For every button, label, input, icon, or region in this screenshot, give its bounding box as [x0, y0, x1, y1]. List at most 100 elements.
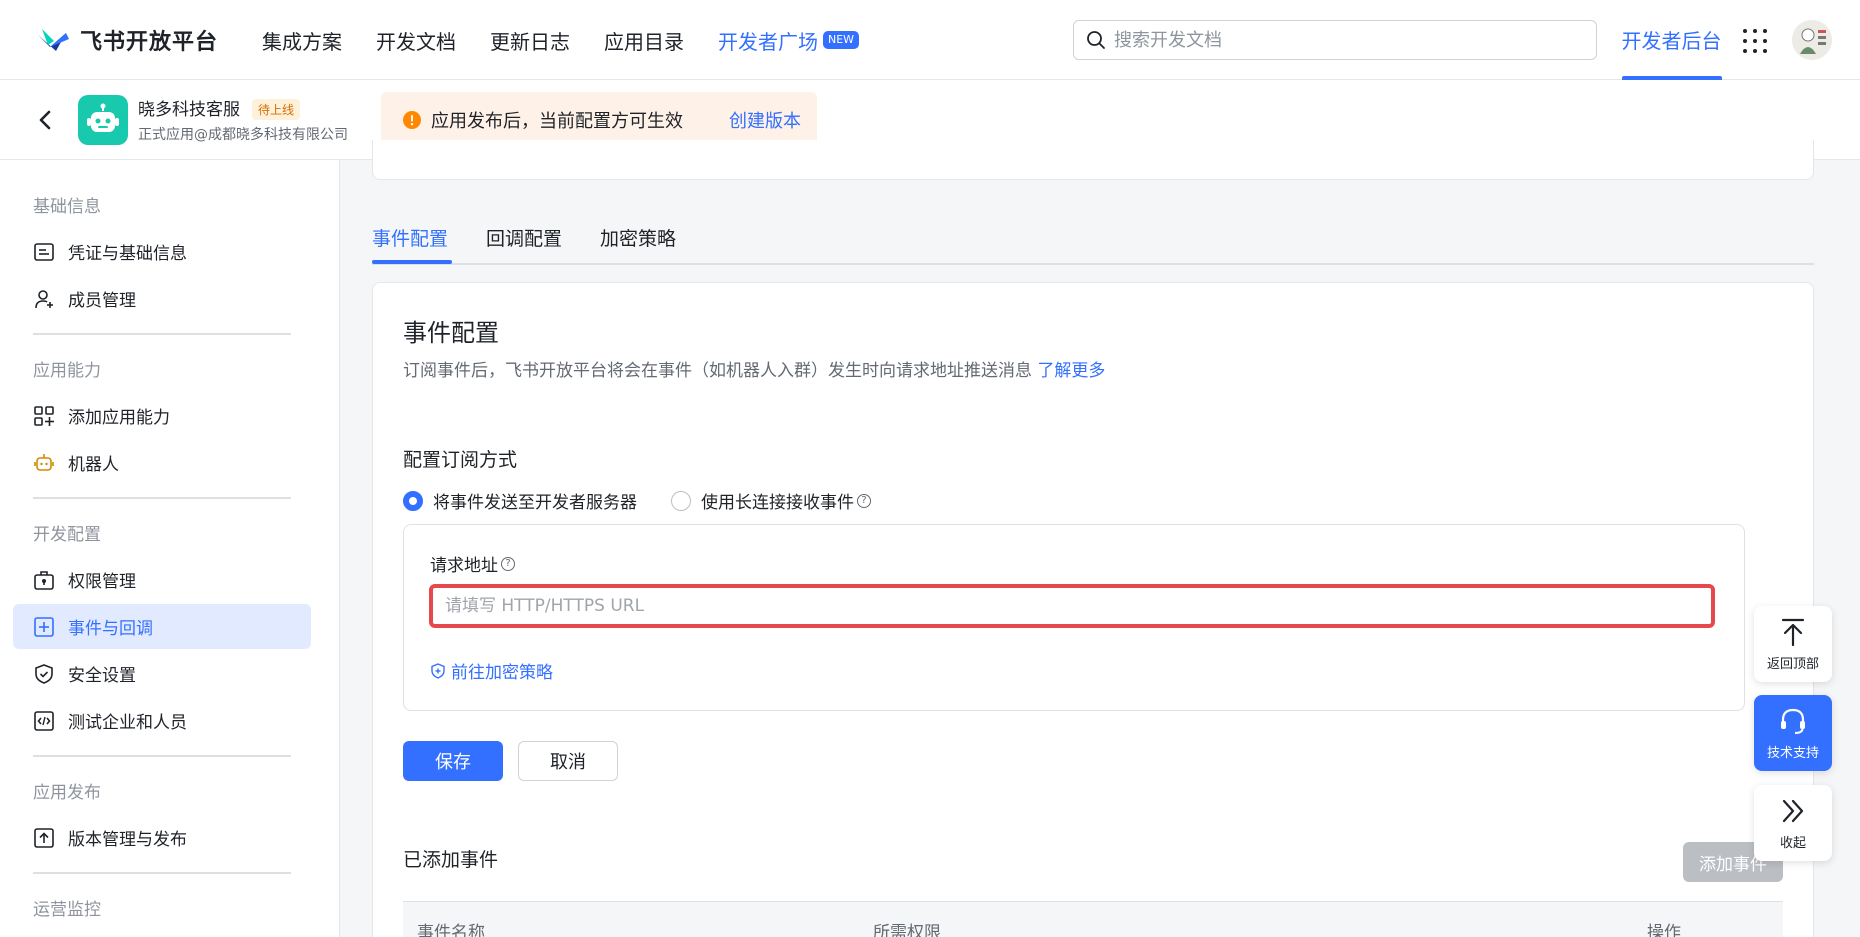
- sidebar-item-versions[interactable]: 版本管理与发布: [13, 815, 311, 860]
- sidebar-group-dev: 开发配置: [33, 525, 101, 545]
- headset-icon: [1781, 708, 1805, 734]
- shield-plus-icon: [431, 662, 445, 679]
- request-url-input[interactable]: [429, 584, 1715, 628]
- radio-checked-icon: [403, 490, 423, 511]
- feishu-bird-icon: [38, 29, 69, 51]
- collapse-label: 收起: [1779, 835, 1806, 851]
- nav-changelog[interactable]: 更新日志: [490, 26, 570, 55]
- sidebar-group-ops: 运营监控: [33, 900, 101, 920]
- app-icon: [78, 95, 128, 145]
- user-add-icon: [33, 288, 55, 310]
- back-button[interactable]: [32, 106, 60, 134]
- code-box-icon: [33, 710, 55, 732]
- logo-text: 飞书开放平台: [80, 30, 219, 55]
- column-actions: 操作: [1647, 923, 1681, 937]
- avatar[interactable]: [1792, 20, 1832, 60]
- request-url-label-text: 请求地址: [430, 556, 498, 576]
- sidebar-divider: [33, 872, 291, 874]
- tab-callback-config[interactable]: 回调配置: [486, 224, 562, 251]
- sidebar-item-credentials[interactable]: 凭证与基础信息: [13, 229, 311, 274]
- radio-long-connection[interactable]: 使用长连接接收事件 ?: [671, 488, 871, 513]
- tab-encryption-policy[interactable]: 加密策略: [600, 224, 676, 251]
- sidebar-item-label: 版本管理与发布: [68, 830, 187, 850]
- sidebar-group-release: 应用发布: [33, 783, 101, 803]
- upload-box-icon: [33, 827, 55, 849]
- active-tab-indicator: [372, 260, 452, 264]
- learn-more-link[interactable]: 了解更多: [1037, 361, 1105, 381]
- sidebar-item-label: 测试企业和人员: [68, 713, 187, 733]
- app-name: 晓多科技客服: [138, 100, 240, 120]
- sidebar-group-capability: 应用能力: [33, 361, 101, 381]
- back-to-top-label: 返回顶部: [1766, 656, 1819, 672]
- help-icon[interactable]: ?: [857, 493, 871, 508]
- sidebar-item-robot[interactable]: 机器人: [13, 440, 311, 485]
- sidebar-divider: [33, 497, 291, 499]
- create-version-link[interactable]: 创建版本: [729, 107, 801, 133]
- tech-support-button[interactable]: 技术支持: [1754, 695, 1832, 771]
- chevron-left-icon: [39, 110, 51, 130]
- radio-send-to-server[interactable]: 将事件发送至开发者服务器: [403, 488, 637, 513]
- radio-label: 使用长连接接收事件: [701, 493, 854, 513]
- event-add-icon: [33, 616, 55, 638]
- feishu-logo[interactable]: 飞书开放平台: [36, 24, 218, 56]
- event-config-card: 事件配置 订阅事件后，飞书开放平台将会在事件（如机器人入群）发生时向请求地址推送…: [372, 282, 1814, 937]
- nav-developer-plaza-label: 开发者广场: [718, 29, 818, 54]
- events-table-header: 事件名称 所需权限 操作: [403, 901, 1783, 937]
- sidebar-item-permissions[interactable]: 权限管理: [13, 557, 311, 602]
- radio-unchecked-icon: [671, 490, 691, 511]
- warning-icon: [403, 111, 421, 129]
- sidebar-group-basic: 基础信息: [33, 197, 101, 217]
- search-icon: [1087, 31, 1105, 49]
- request-url-box: 请求地址 ? 前往加密策略: [403, 524, 1745, 711]
- column-required-permission: 所需权限: [873, 923, 941, 937]
- request-url-label: 请求地址 ?: [430, 551, 515, 576]
- previous-card-edge: [372, 140, 1814, 180]
- sidebar-item-members[interactable]: 成员管理: [13, 276, 311, 321]
- sidebar: 基础信息 凭证与基础信息 成员管理 应用能力 添加应用能力 机器人 开发配置 权…: [0, 160, 340, 937]
- search-input[interactable]: [1114, 29, 1574, 51]
- avatar-image-icon: [1792, 20, 1832, 60]
- tech-support-label: 技术支持: [1766, 745, 1819, 761]
- sidebar-item-label: 机器人: [68, 455, 119, 475]
- radio-label: 将事件发送至开发者服务器: [433, 493, 637, 513]
- search-box[interactable]: [1073, 20, 1597, 60]
- arrow-up-to-line-icon: [1781, 618, 1805, 646]
- sidebar-item-test-org[interactable]: 测试企业和人员: [13, 698, 311, 743]
- developer-console-link[interactable]: 开发者后台: [1621, 0, 1722, 80]
- app-subtitle: 正式应用@成都晓多科技有限公司: [138, 127, 348, 143]
- nav-docs[interactable]: 开发文档: [376, 26, 456, 55]
- card-description: 订阅事件后，飞书开放平台将会在事件（如机器人入群）发生时向请求地址推送消息 了解…: [403, 356, 1105, 381]
- nav-app-directory[interactable]: 应用目录: [604, 26, 684, 55]
- shield-check-icon: [33, 663, 55, 685]
- sidebar-item-label: 成员管理: [68, 291, 136, 311]
- collapse-button[interactable]: 收起: [1754, 785, 1832, 861]
- app-grid-icon[interactable]: [1743, 29, 1767, 53]
- column-event-name: 事件名称: [417, 923, 485, 937]
- card-title: 事件配置: [403, 319, 499, 347]
- description-text: 订阅事件后，飞书开放平台将会在事件（如机器人入群）发生时向请求地址推送消息: [403, 361, 1032, 381]
- sidebar-divider: [33, 333, 291, 335]
- nav-developer-plaza[interactable]: 开发者广场 NEW: [718, 26, 860, 55]
- back-to-top-button[interactable]: 返回顶部: [1754, 606, 1832, 682]
- nav-solutions[interactable]: 集成方案: [262, 26, 342, 55]
- save-button[interactable]: 保存: [403, 741, 503, 781]
- cancel-button[interactable]: 取消: [518, 741, 618, 781]
- config-tabs: 事件配置 回调配置 加密策略: [372, 212, 1814, 265]
- new-badge: NEW: [823, 31, 860, 49]
- sidebar-item-label: 凭证与基础信息: [68, 244, 187, 264]
- status-badge: 待上线: [252, 99, 301, 120]
- add-grid-icon: [33, 405, 55, 427]
- sidebar-item-add-capability[interactable]: 添加应用能力: [13, 393, 311, 438]
- robot-avatar-icon: [87, 103, 119, 132]
- tab-event-config[interactable]: 事件配置: [372, 224, 448, 251]
- lock-briefcase-icon: [33, 569, 55, 591]
- id-card-icon: [33, 241, 55, 263]
- sidebar-item-events[interactable]: 事件与回调: [13, 604, 311, 649]
- help-icon[interactable]: ?: [501, 556, 515, 571]
- goto-encryption-link[interactable]: 前往加密策略: [430, 658, 553, 683]
- sidebar-item-security[interactable]: 安全设置: [13, 651, 311, 696]
- main-nav: 集成方案 开发文档 更新日志 应用目录 开发者广场 NEW: [262, 0, 860, 80]
- sidebar-item-label: 安全设置: [68, 666, 136, 686]
- goto-encryption-label: 前往加密策略: [451, 663, 553, 683]
- sidebar-item-label: 权限管理: [68, 572, 136, 592]
